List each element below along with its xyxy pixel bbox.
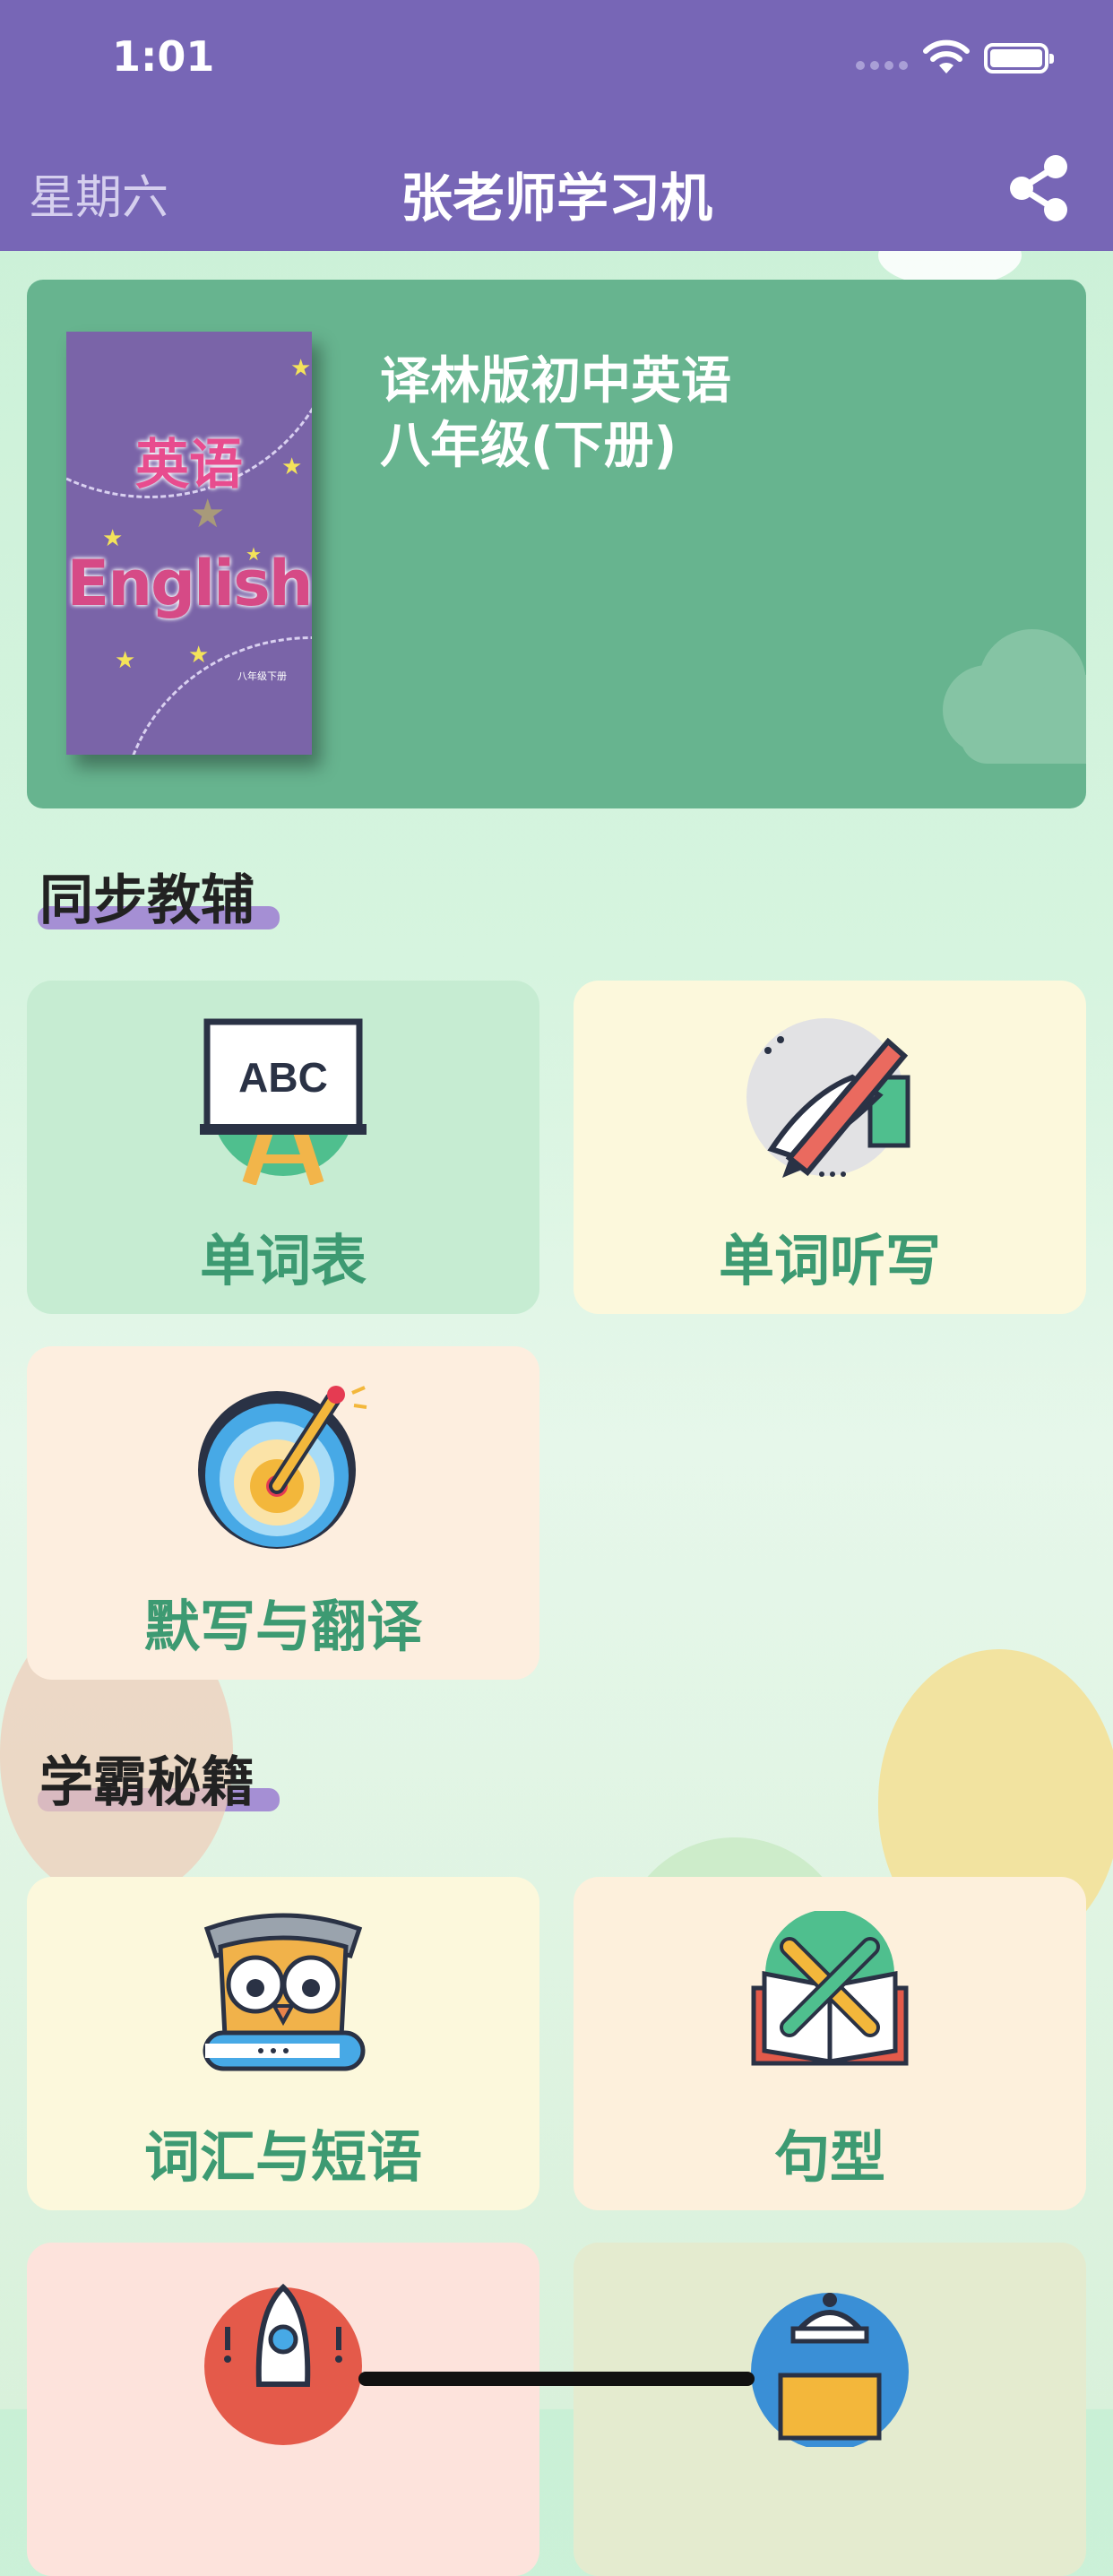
nav-bar: 星期六 张老师学习机	[0, 125, 1113, 251]
star-icon: ★	[290, 355, 312, 382]
cloud-decoration	[943, 629, 1086, 764]
current-book-card[interactable]: ★ ★ ★ ★ ★ ★ ★ 英语 English 八年级下册 译林版初中英语 八…	[27, 280, 1086, 808]
pen-writing-icon	[746, 1018, 910, 1178]
section-title-sync: 同步教辅	[38, 857, 280, 935]
page-title: 张老师学习机	[400, 168, 712, 229]
cover-grade: 八年级下册	[237, 670, 287, 682]
tile-dictation[interactable]: 单词听写	[574, 981, 1086, 1314]
signal-icon	[856, 61, 908, 70]
book-title: 译林版初中英语 八年级(下册)	[380, 350, 731, 479]
book-title-line2: 八年级(下册)	[380, 417, 677, 475]
rocket-icon	[204, 2283, 362, 2445]
cover-title-en: English	[66, 547, 312, 620]
cover-title-cn: 英语	[135, 434, 243, 497]
star-icon: ★	[188, 642, 210, 669]
cover-decoration	[120, 636, 312, 755]
star-icon: ★	[115, 647, 136, 674]
status-bar: 1:01	[0, 0, 1113, 125]
share-icon[interactable]	[1004, 152, 1075, 224]
abc-board-icon: ABC	[200, 1018, 367, 1185]
section-title-tips: 学霸秘籍	[38, 1739, 280, 1817]
target-pencil-icon	[198, 1386, 367, 1549]
tile-vocab-phrases[interactable]: 词汇与短语	[27, 1877, 539, 2210]
book-title-line1: 译林版初中英语	[380, 352, 731, 411]
tile-label: 单词听写	[718, 1228, 941, 1293]
wifi-icon	[923, 39, 970, 73]
tile-label: 默写与翻译	[143, 1594, 422, 1659]
tile-label: 句型	[773, 2124, 885, 2190]
tile-label: 词汇与短语	[143, 2124, 422, 2190]
tile-word-list[interactable]: ABC 单词表	[27, 981, 539, 1314]
tile-sentence[interactable]: 句型	[574, 1877, 1086, 2210]
svg-text:ABC: ABC	[238, 1054, 328, 1101]
tile-more-left[interactable]	[27, 2243, 539, 2576]
tile-label: 单词表	[199, 1228, 367, 1293]
tile-more-right[interactable]	[574, 2243, 1086, 2576]
battery-icon	[984, 43, 1054, 73]
home-indicator[interactable]	[358, 2372, 755, 2386]
book-cover: ★ ★ ★ ★ ★ ★ ★ 英语 English 八年级下册	[66, 332, 312, 755]
desk-lamp-icon	[751, 2293, 909, 2447]
status-time: 1:01	[112, 32, 215, 81]
book-pencils-icon	[751, 1911, 909, 2066]
tile-translate[interactable]: 默写与翻译	[27, 1346, 539, 1680]
owl-book-icon	[203, 1913, 366, 2071]
